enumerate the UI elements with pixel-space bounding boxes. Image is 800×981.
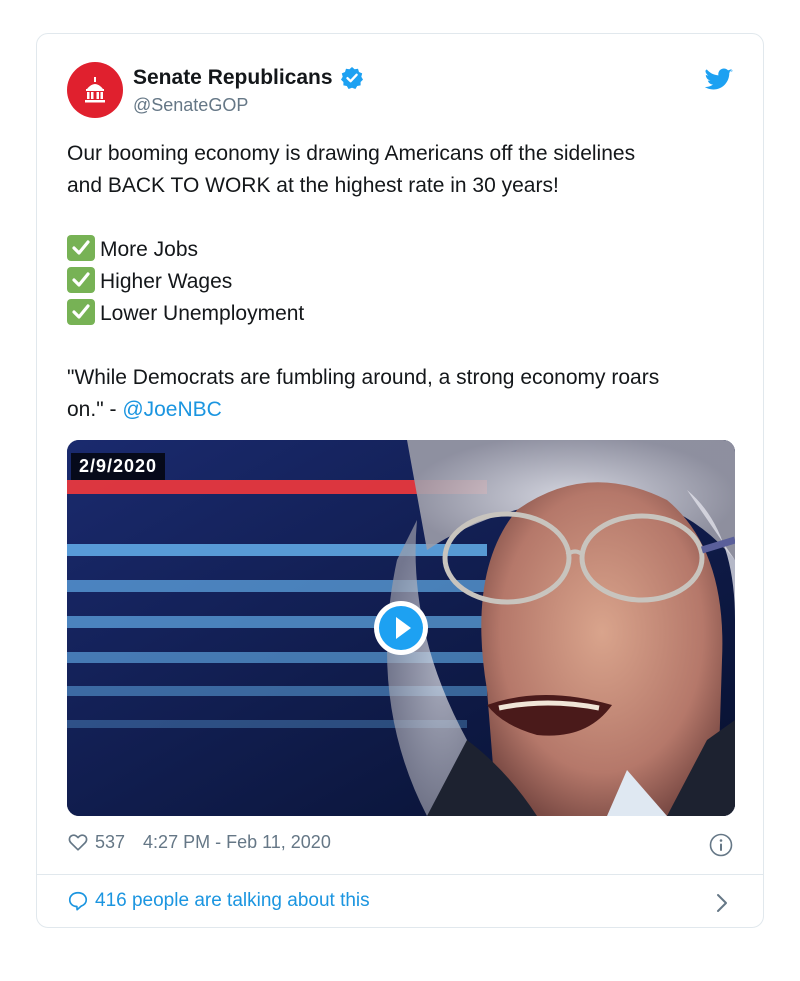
checklist-item: Higher Wages <box>67 266 747 298</box>
account-name[interactable]: Senate Republicans <box>133 66 333 90</box>
checklist-label: Lower Unemployment <box>100 302 305 325</box>
tweet-meta: 537 4:27 PM - Feb 11, 2020 <box>67 831 331 853</box>
video-date-label: 2/9/2020 <box>71 453 166 480</box>
chevron-right-icon[interactable] <box>715 892 729 914</box>
like-count[interactable]: 537 <box>95 832 125 853</box>
avatar[interactable] <box>67 62 123 118</box>
divider <box>37 874 763 875</box>
mention-link[interactable]: @JoeNBC <box>122 398 222 421</box>
capitol-icon <box>85 77 105 103</box>
checklist-label: Higher Wages <box>100 270 233 293</box>
video-thumbnail[interactable]: 2/9/2020 <box>67 440 735 816</box>
comment-bubble-icon <box>68 891 88 911</box>
play-circle-icon[interactable] <box>371 598 431 658</box>
checklist-item: More Jobs <box>67 234 747 266</box>
account-handle[interactable]: @SenateGOP <box>133 95 248 116</box>
tweet-timestamp[interactable]: 4:27 PM - Feb 11, 2020 <box>143 832 331 853</box>
tweet-embed-card: Senate Republicans @SenateGOP Our boomin… <box>36 33 764 928</box>
quote-attribution: on." - <box>67 398 123 421</box>
info-icon[interactable] <box>709 833 733 857</box>
check-mark-icon <box>67 235 95 261</box>
tweet-quote-line: "While Democrats are fumbling around, a … <box>67 366 660 389</box>
twitter-bird-icon[interactable] <box>705 68 733 92</box>
check-mark-icon <box>67 267 95 293</box>
account-name-row: Senate Republicans <box>133 66 364 90</box>
conversation-link[interactable]: 416 people are talking about this <box>67 890 370 912</box>
checklist-item: Lower Unemployment <box>67 298 747 330</box>
verified-badge-icon <box>340 67 363 89</box>
checklist-label: More Jobs <box>100 238 199 261</box>
tweet-text: Our booming economy is drawing Americans… <box>67 138 747 426</box>
tweet-quote-line: on." - @JoeNBC <box>67 394 747 426</box>
tweet-text-line: Our booming economy is drawing Americans… <box>67 142 636 165</box>
heart-icon[interactable] <box>67 831 89 853</box>
conversation-label: 416 people are talking about this <box>95 890 370 911</box>
tweet-text-line: and BACK TO WORK at the highest rate in … <box>67 174 559 197</box>
check-mark-icon <box>67 299 95 325</box>
